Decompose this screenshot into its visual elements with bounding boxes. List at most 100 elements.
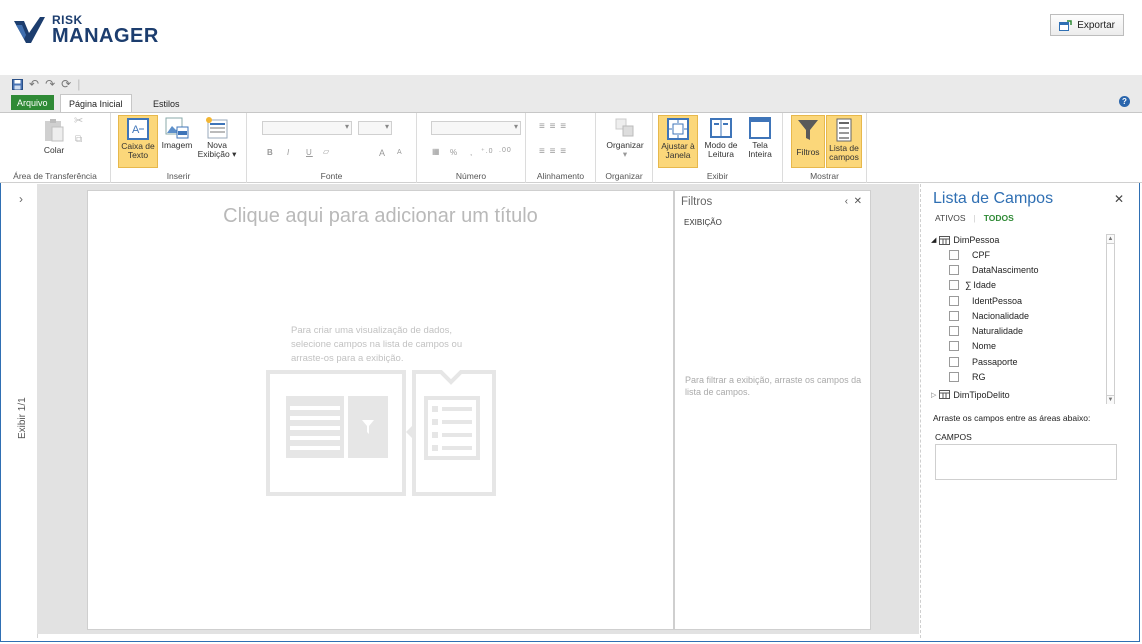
field-checkbox[interactable] [949,280,959,291]
field-list-scrollbar[interactable]: ▲ ▼ [1106,234,1115,404]
field-checkbox[interactable] [949,249,959,260]
new-view-label-2: Exibição [197,149,230,159]
expand-chevron-icon[interactable]: › [19,192,23,206]
field-item[interactable]: Naturalidade [931,323,1099,338]
field-list-button[interactable]: Lista de campos [826,115,862,168]
field-item[interactable]: CPF [931,247,1099,262]
field-item[interactable]: Passaporte [931,354,1099,369]
field-label: Passaporte [972,356,1018,367]
field-item[interactable]: Nacionalidade [931,308,1099,323]
group-clipboard: Colar ✂ ⧉ Área de Transferência [0,113,111,183]
align-top-icon[interactable]: ≡ ≡ ≡ [539,121,567,132]
help-icon[interactable]: ? [1119,96,1130,107]
view-counter[interactable]: Exibir 1/1 [17,397,28,439]
svg-text:A: A [132,124,140,136]
field-checkbox[interactable] [949,341,959,352]
highlight-icon[interactable]: ▱ [323,147,330,156]
title-placeholder[interactable]: Clique aqui para adicionar um título [88,205,673,228]
cut-icon[interactable]: ✂ [74,116,83,127]
field-checkbox[interactable] [949,310,959,321]
underline-button[interactable]: U [306,148,313,157]
field-item[interactable]: RG [931,369,1099,384]
app-header: RISK MANAGER Exportar [0,0,1142,75]
group-label-insert: Inserir [166,171,191,181]
undo-icon[interactable]: ↶ [29,77,39,91]
increase-decimal-icon[interactable]: ⁺.0 [481,147,494,155]
field-checkbox[interactable] [949,264,959,275]
filters-button[interactable]: Filtros [791,115,825,168]
table-name: DimPessoa [953,235,1000,245]
font-family-select[interactable] [262,121,352,135]
full-screen-label-2: Inteira [748,149,772,159]
tab-file[interactable]: Arquivo [11,95,54,110]
scroll-up-icon[interactable]: ▲ [1107,235,1114,244]
tab-home[interactable]: Página Inicial [60,94,132,112]
export-button[interactable]: Exportar [1050,14,1124,36]
tab-styles[interactable]: Estilos [145,95,188,112]
chevron-down-icon: ▾ [232,149,237,159]
fit-window-label-2: Janela [665,150,691,160]
redo-icon[interactable]: ↷ [45,77,55,91]
currency-icon[interactable]: ▦ [432,147,441,156]
table-node-dimtipodelito[interactable]: ▷ DimTipoDelito [931,388,1099,402]
group-alignment: ≡ ≡ ≡ ≡ ≡ ≡ Alinhamento [526,113,596,183]
copy-icon[interactable]: ⧉ [75,135,82,145]
new-view-button[interactable]: Nova Exibição ▾ [195,117,239,159]
tab-active-fields[interactable]: ATIVOS [935,213,966,223]
grow-font-button[interactable]: A [379,148,386,158]
image-icon [165,117,189,139]
field-label: RG [972,372,986,383]
decrease-decimal-icon[interactable]: .00 [499,147,512,154]
align-left-icon[interactable]: ≡ ≡ ≡ [539,146,567,157]
group-show: Filtros Lista de campos Mostrar [783,113,867,183]
textbox-button[interactable]: A Caixa de Texto [118,115,158,168]
filters-hint: Para filtrar a exibição, arraste os camp… [685,375,862,397]
fields-drop-area[interactable] [935,444,1117,480]
check-shield-icon [14,17,45,43]
logo-text-manager: MANAGER [52,25,159,47]
collapse-chevron-icon[interactable]: ‹ [845,196,848,207]
comma-button[interactable]: , [470,148,473,157]
percent-button[interactable]: % [450,148,458,157]
field-checkbox[interactable] [949,326,959,337]
scroll-down-icon[interactable]: ▼ [1107,395,1114,404]
field-item[interactable]: DataNascimento [931,262,1099,277]
number-format-select[interactable] [431,121,521,135]
close-icon[interactable]: ✕ [1114,192,1124,206]
field-label: IdentPessoa [972,295,1023,306]
table-node-dimpessoa[interactable]: ◢ DimPessoa [931,233,1099,247]
paste-icon [45,119,64,142]
group-label-clipboard: Área de Transferência [13,171,97,181]
field-checkbox[interactable] [949,295,959,306]
bold-button[interactable]: B [267,148,274,157]
image-button[interactable]: Imagem [160,117,194,150]
fit-window-button[interactable]: Ajustar à Janela [658,115,698,168]
expanded-triangle-icon[interactable]: ◢ [931,236,936,244]
refresh-icon[interactable]: ⟳ [61,77,71,91]
full-screen-button[interactable]: Tela Inteira [743,117,777,159]
save-icon[interactable] [12,78,23,90]
reading-mode-button[interactable]: Modo de Leitura [701,117,741,159]
paste-label: Colar [43,145,65,155]
field-item[interactable]: Nome [931,339,1099,354]
textbox-label-2: Texto [127,150,149,160]
field-list-label-2: campos [829,152,859,162]
collapsed-triangle-icon[interactable]: ▷ [931,391,936,399]
organize-button[interactable]: Organizar ▾ [600,117,650,159]
shrink-font-button[interactable]: A [397,149,403,156]
field-checkbox[interactable] [949,372,959,383]
table-name: DimTipoDelito [953,389,1010,400]
field-item[interactable]: IdentPessoa [931,293,1099,308]
paste-button[interactable]: Colar [38,118,70,155]
field-label: Nacionalidade [972,310,1030,321]
tab-all-fields[interactable]: TODOS [984,213,1014,223]
field-item[interactable]: ∑ Idade [931,278,1099,293]
font-size-select[interactable] [358,121,392,135]
chevron-down-icon: ▾ [622,149,628,159]
italic-button[interactable]: I [287,148,290,157]
field-checkbox[interactable] [949,356,959,367]
table-icon [939,235,951,245]
report-sheet[interactable]: Clique aqui para adicionar um título Par… [87,190,674,630]
group-label-font: Fonte [320,171,343,181]
close-icon[interactable]: ✕ [854,196,862,207]
